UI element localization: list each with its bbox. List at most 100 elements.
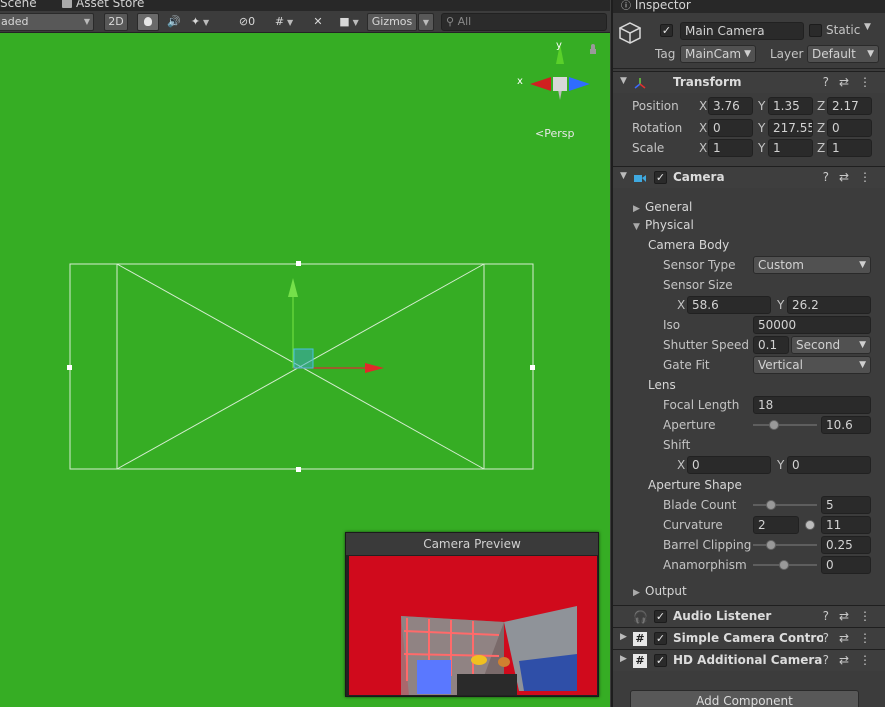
camera-component-header[interactable]: ▼ ✓ Camera ?⇄⋮: [613, 166, 885, 188]
output-foldout[interactable]: ▶ Output: [633, 584, 687, 598]
camera-enabled-checkbox[interactable]: ✓: [654, 171, 667, 184]
curvature-range-handle[interactable]: [805, 520, 815, 530]
orientation-gizmo[interactable]: x y <Persp: [505, 38, 605, 148]
audio-listener-header[interactable]: 🎧 ✓ Audio Listener ?⇄⋮: [613, 605, 885, 627]
position-x-label: X: [699, 99, 708, 113]
xy-plane-handle[interactable]: [293, 348, 314, 369]
position-y-field[interactable]: 1.35: [768, 97, 813, 115]
tag-dropdown[interactable]: MainCam ▼: [680, 45, 756, 63]
shift-x-field[interactable]: 0: [687, 456, 771, 474]
physical-foldout[interactable]: ▼ Physical: [633, 218, 694, 232]
sensor-type-dropdown[interactable]: Custom ▼: [753, 256, 871, 274]
tag-label: Tag: [655, 47, 676, 61]
object-active-checkbox[interactable]: ✓: [660, 24, 673, 37]
chevron-down-icon: ▼: [859, 260, 866, 270]
object-header: ✓ Main Camera Static ▼ Tag MainCam ▼ Laye…: [613, 13, 885, 69]
rotation-y-field[interactable]: 217.55: [768, 119, 813, 137]
fold-triangle-right-icon: ▶: [633, 204, 640, 214]
info-icon: ⓘ: [621, 1, 631, 12]
aperture-slider-track[interactable]: [753, 424, 817, 426]
aperture-field[interactable]: 10.6: [821, 416, 871, 434]
simple-camera-controller-enabled-checkbox[interactable]: ✓: [654, 632, 667, 645]
shutter-speed-field[interactable]: 0.1: [753, 336, 789, 354]
scale-y-field[interactable]: 1: [768, 139, 813, 157]
focal-length-field[interactable]: 18: [753, 396, 871, 414]
barrel-clipping-field[interactable]: 0.25: [821, 536, 871, 554]
frustum-handle-top[interactable]: [296, 261, 301, 266]
move-tool-gizmo[interactable]: [288, 278, 384, 373]
gizmo-z-cone[interactable]: [569, 77, 590, 91]
anamorphism-slider-handle[interactable]: [779, 560, 789, 570]
y-axis-arrow[interactable]: [288, 278, 298, 297]
scale-x-field[interactable]: 1: [708, 139, 753, 157]
frustum-handle-right[interactable]: [530, 365, 535, 370]
sensor-size-y-field[interactable]: 26.2: [787, 296, 871, 314]
hd-additional-camera-enabled-checkbox[interactable]: ✓: [654, 654, 667, 667]
position-x-field[interactable]: 3.76: [708, 97, 753, 115]
barrel-clipping-slider-track[interactable]: [753, 544, 817, 546]
component-menu-icons[interactable]: ?⇄⋮: [822, 653, 881, 667]
chevron-down-icon[interactable]: ▼: [864, 22, 871, 32]
anamorphism-field[interactable]: 0: [821, 556, 871, 574]
camera-title: Camera: [673, 170, 725, 184]
position-label: Position: [632, 99, 679, 113]
fold-triangle-down-icon: ▼: [633, 222, 640, 232]
gizmo-x-cone[interactable]: [530, 77, 551, 91]
rotation-z-field[interactable]: 0: [827, 119, 872, 137]
shift-x-label: X: [677, 458, 686, 472]
shutter-unit-value: Second: [796, 338, 841, 352]
transform-header[interactable]: ▼ Transform ?⇄⋮: [613, 71, 885, 93]
object-name-field[interactable]: Main Camera: [680, 22, 804, 40]
component-menu-icons[interactable]: ?⇄⋮: [823, 170, 881, 184]
kebab-menu-icon: ⋮: [859, 653, 881, 667]
frustum-handle-bottom[interactable]: [296, 467, 301, 472]
lens-heading: Lens: [648, 378, 676, 392]
simple-camera-controller-header[interactable]: ▶ # ✓ Simple Camera Controll ?⇄⋮: [613, 627, 885, 649]
anamorphism-label: Anamorphism: [663, 558, 747, 572]
gate-fit-dropdown[interactable]: Vertical ▼: [753, 356, 871, 374]
aperture-shape-heading: Aperture Shape: [648, 478, 742, 492]
preset-icon: ⇄: [838, 631, 859, 645]
position-z-field[interactable]: 2.17: [827, 97, 872, 115]
sensor-size-x-field[interactable]: 58.6: [687, 296, 771, 314]
shift-y-field[interactable]: 0: [787, 456, 871, 474]
blade-count-slider-track[interactable]: [753, 504, 817, 506]
x-axis-arrow[interactable]: [365, 363, 384, 373]
curvature-min-field[interactable]: 2: [753, 516, 799, 534]
component-menu-icons[interactable]: ?⇄⋮: [822, 631, 881, 645]
fold-triangle-icon[interactable]: ▼: [620, 171, 627, 181]
barrel-clipping-slider-handle[interactable]: [766, 540, 776, 550]
rotation-x-field[interactable]: 0: [708, 119, 753, 137]
hd-additional-camera-header[interactable]: ▶ # ✓ HD Additional Camera D ?⇄⋮: [613, 649, 885, 671]
inspector-panel: ⓘ Inspector ✓ Main Camera Static ▼ Tag M…: [611, 0, 885, 707]
sensor-type-label: Sensor Type: [663, 258, 736, 272]
shutter-unit-dropdown[interactable]: Second ▼: [791, 336, 871, 354]
blade-count-field[interactable]: 5: [821, 496, 871, 514]
audio-listener-enabled-checkbox[interactable]: ✓: [654, 610, 667, 623]
component-menu-icons[interactable]: ?⇄⋮: [823, 75, 881, 89]
layer-dropdown[interactable]: Default ▼: [807, 45, 879, 63]
fold-triangle-icon[interactable]: ▼: [620, 76, 627, 86]
general-foldout[interactable]: ▶ General: [633, 200, 692, 214]
scene-view[interactable]: Scene Asset Store aded ▼ 2D 🔊 ✦ ▼ ⊘0 # ▼ ✕…: [0, 0, 610, 707]
frustum-handle-left[interactable]: [67, 365, 72, 370]
iso-field[interactable]: 50000: [753, 316, 871, 334]
component-menu-icons[interactable]: ?⇄⋮: [823, 609, 881, 623]
lock-icon[interactable]: [590, 44, 596, 54]
help-icon: ?: [822, 170, 839, 184]
tab-inspector[interactable]: ⓘ Inspector: [621, 0, 691, 12]
sensor-type-value: Custom: [758, 258, 804, 272]
chevron-down-icon: ▼: [744, 49, 751, 59]
curvature-max-field[interactable]: 11: [821, 516, 871, 534]
gizmo-center-cube[interactable]: [553, 77, 567, 91]
aperture-slider-handle[interactable]: [769, 420, 779, 430]
blade-count-slider-handle[interactable]: [766, 500, 776, 510]
add-component-button[interactable]: Add Component: [630, 690, 859, 707]
static-checkbox[interactable]: [809, 24, 822, 37]
fold-triangle-right-icon[interactable]: ▶: [620, 654, 627, 664]
fold-triangle-right-icon[interactable]: ▶: [620, 632, 627, 642]
help-icon: ?: [822, 653, 839, 667]
projection-toggle[interactable]: <Persp: [535, 127, 574, 140]
static-label: Static: [826, 23, 861, 37]
scale-z-field[interactable]: 1: [827, 139, 872, 157]
